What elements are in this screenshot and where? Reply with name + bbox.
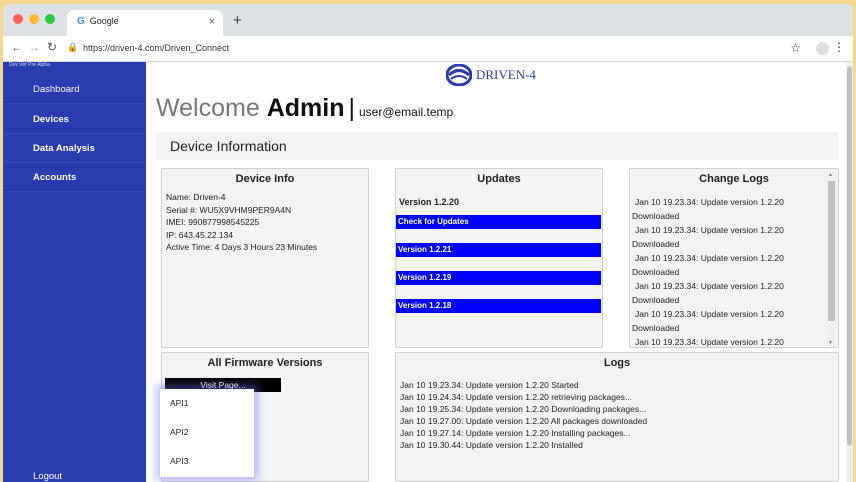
sidebar-item-devices[interactable]: Devices: [3, 106, 146, 134]
reload-icon[interactable]: ↻: [47, 40, 57, 54]
list-item: Jan 10 19.24.34: Update version 1.2.20 r…: [400, 392, 633, 402]
scroll-down-icon[interactable]: ▼: [828, 340, 833, 346]
list-item: Jan 10 19.23.34: Update version 1.2.20: [635, 225, 784, 235]
list-item: Downloaded: [632, 211, 680, 221]
list-item: Jan 10 19.23.34: Update version 1.2.20: [635, 281, 784, 291]
change-logs-list: Jan 10 19.23.34: Update version 1.2.20 D…: [630, 195, 828, 347]
list-item: Downloaded: [632, 295, 680, 305]
device-info-title: Device Info: [235, 173, 295, 185]
device-imei: IMEI: 990877998545225: [166, 217, 260, 227]
section-title: Device Information: [156, 132, 839, 160]
back-icon[interactable]: ←: [11, 40, 23, 54]
change-logs-title: Change Logs: [699, 173, 769, 185]
list-item: Jan 10 19.27.00: Update version 1.2.20 A…: [400, 416, 648, 426]
google-icon: G: [77, 16, 85, 27]
url-field[interactable]: https://driven-4.com/Driven_Connect: [83, 43, 229, 53]
list-item: Jan 10 19.23.34: Update version 1.2.20: [635, 337, 784, 347]
current-version: Version 1.2.20: [399, 197, 460, 207]
sidebar-item-data-analysis[interactable]: Data Analysis: [3, 135, 146, 163]
driven-logo-icon: [445, 63, 473, 87]
check-updates-button[interactable]: Check for Updates: [396, 215, 601, 229]
scrollbar-thumb[interactable]: [847, 66, 852, 446]
version-1-2-19-button[interactable]: Version 1.2.19: [396, 271, 601, 285]
change-logs-scrollbar[interactable]: ▲ ▼: [827, 171, 836, 347]
user-name: Admin: [266, 94, 345, 122]
sidebar-item-dashboard[interactable]: Dashboard: [3, 76, 146, 104]
logs-title: Logs: [603, 357, 631, 369]
close-window-icon[interactable]: [13, 14, 23, 24]
driven-logo: DRIVEN-4: [445, 63, 536, 87]
list-item: Jan 10 19.23.34: Update version 1.2.20 S…: [400, 380, 579, 390]
firmware-title: All Firmware Versions: [207, 357, 323, 369]
firmware-dropdown: API1 API2 API3: [160, 389, 254, 477]
logs-card: Logs Jan 10 19.23.34: Update version 1.2…: [395, 352, 839, 482]
updates-title: Updates: [477, 173, 521, 185]
list-item: Downloaded: [632, 239, 680, 249]
tab-title: Google: [89, 16, 119, 26]
sidebar: Dev Ver Pre Alpha Dashboard Devices Data…: [3, 62, 146, 482]
lock-icon: 🔒: [67, 42, 79, 52]
browser-tab[interactable]: G Google ×: [67, 10, 223, 36]
tab-bar: G Google × +: [3, 4, 853, 36]
dropdown-item-api1[interactable]: API1: [160, 389, 254, 418]
profile-avatar[interactable]: [816, 42, 829, 55]
maximize-window-icon[interactable]: [45, 14, 55, 24]
device-active-time: Active Time: 4 Days 3 Hours 23 Minutes: [166, 242, 318, 252]
list-item: Jan 10 19.23.34: Update version 1.2.20: [635, 309, 784, 319]
change-logs-card: Change Logs Jan 10 19.23.34: Update vers…: [629, 168, 839, 348]
list-item: Jan 10 19.27.14: Update version 1.2.20 I…: [400, 428, 631, 438]
logout-link[interactable]: Logout: [33, 471, 62, 482]
new-tab-icon[interactable]: +: [233, 12, 242, 29]
list-item: Jan 10 19.23.34: Update version 1.2.20: [635, 197, 784, 207]
close-tab-icon[interactable]: ×: [209, 16, 215, 28]
browser-menu-icon[interactable]: ⋮: [833, 40, 845, 54]
list-item: Downloaded: [632, 267, 680, 277]
device-info-card: Device Info Name: Driven-4 Serial #: WU5…: [161, 168, 369, 348]
minimize-window-icon[interactable]: [29, 14, 39, 24]
version-1-2-21-button[interactable]: Version 1.2.21: [396, 243, 601, 257]
scrollbar-thumb[interactable]: [828, 181, 835, 321]
dropdown-item-api3[interactable]: API3: [160, 447, 254, 476]
bookmark-star-icon[interactable]: ☆: [790, 41, 801, 55]
device-ip: IP: 643.45.22.134: [166, 229, 234, 240]
forward-icon[interactable]: →: [28, 40, 40, 54]
welcome-heading: Welcome Admin | user@email.temp: [156, 94, 453, 123]
address-bar: ← → ↻ 🔒 https://driven-4.com/Driven_Conn…: [3, 36, 853, 62]
title-separator: |: [348, 94, 355, 122]
user-email: user@email.temp: [358, 105, 454, 119]
list-item: Downloaded: [632, 323, 680, 333]
welcome-text: Welcome: [156, 94, 260, 122]
dropdown-item-api2[interactable]: API2: [160, 418, 254, 447]
browser-window: G Google × + ← → ↻ 🔒 https://driven-4.com…: [3, 4, 853, 482]
version-label: Dev Ver Pre Alpha: [9, 62, 50, 68]
list-item: Jan 10 19.30.44: Update version 1.2.20 I…: [400, 440, 583, 450]
sidebar-item-accounts[interactable]: Accounts: [3, 164, 146, 192]
version-1-2-18-button[interactable]: Version 1.2.18: [396, 299, 601, 313]
list-item: Jan 10 19.25.34: Update version 1.2.20 D…: [400, 404, 647, 414]
logo-text: DRIVEN-4: [476, 67, 536, 82]
page-scrollbar[interactable]: [846, 62, 853, 482]
logs-list: Jan 10 19.23.34: Update version 1.2.20 S…: [396, 375, 838, 451]
device-name: Name: Driven-4: [166, 192, 226, 202]
scroll-up-icon[interactable]: ▲: [828, 172, 833, 178]
updates-card: Updates Version 1.2.20 Check for Updates…: [395, 168, 603, 348]
device-serial: Serial #: WU5X9VHM9PER9A4N: [166, 204, 292, 215]
list-item: Jan 10 19.23.34: Update version 1.2.20: [635, 253, 784, 263]
